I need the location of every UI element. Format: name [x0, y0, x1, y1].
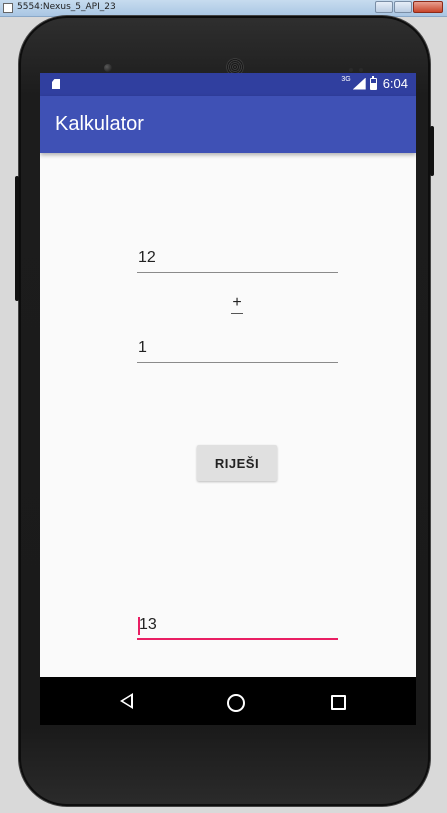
close-window-button[interactable]	[413, 1, 443, 13]
first-number-value: 12	[138, 249, 156, 266]
second-number-input[interactable]: 1	[137, 337, 338, 363]
power-button[interactable]	[15, 176, 19, 301]
front-camera-icon	[104, 64, 112, 72]
home-icon[interactable]	[227, 694, 245, 712]
recents-icon[interactable]	[331, 695, 346, 710]
sd-card-icon	[52, 79, 60, 89]
minimize-button[interactable]	[375, 1, 393, 13]
solve-button[interactable]: RIJEŠI	[197, 445, 277, 481]
app-bar: Kalkulator	[40, 96, 416, 153]
volume-button[interactable]	[430, 126, 434, 176]
operator-selector[interactable]: +	[225, 295, 249, 321]
emulator-title-bar: 5554:Nexus_5_API_23	[0, 0, 447, 17]
result-input[interactable]: 13	[137, 614, 338, 640]
status-bar: 3G 6:04	[40, 73, 416, 96]
network-type: 3G	[341, 76, 351, 83]
result-value: 13	[139, 616, 157, 633]
emulator-window-title: 5554:Nexus_5_API_23	[17, 2, 116, 12]
status-time: 6:04	[382, 76, 408, 91]
operator-underline	[231, 313, 243, 314]
battery-icon	[369, 75, 377, 90]
window-controls	[375, 1, 443, 14]
back-icon[interactable]	[120, 693, 133, 709]
app-title: Kalkulator	[55, 113, 144, 135]
emulator-window-icon	[3, 3, 13, 13]
proximity-sensor-icon	[349, 68, 353, 72]
status-indicators: 3G 6:04	[341, 75, 408, 91]
operator-value: +	[232, 294, 242, 311]
navigation-bar	[40, 677, 416, 725]
maximize-button[interactable]	[394, 1, 412, 13]
light-sensor-icon	[359, 68, 363, 72]
device-screen: 3G 6:04 Kalkulator 12 + 1 RIJEŠI 13	[40, 73, 416, 725]
first-number-input[interactable]: 12	[137, 247, 338, 273]
second-number-value: 1	[138, 339, 147, 356]
signal-icon	[352, 77, 366, 90]
